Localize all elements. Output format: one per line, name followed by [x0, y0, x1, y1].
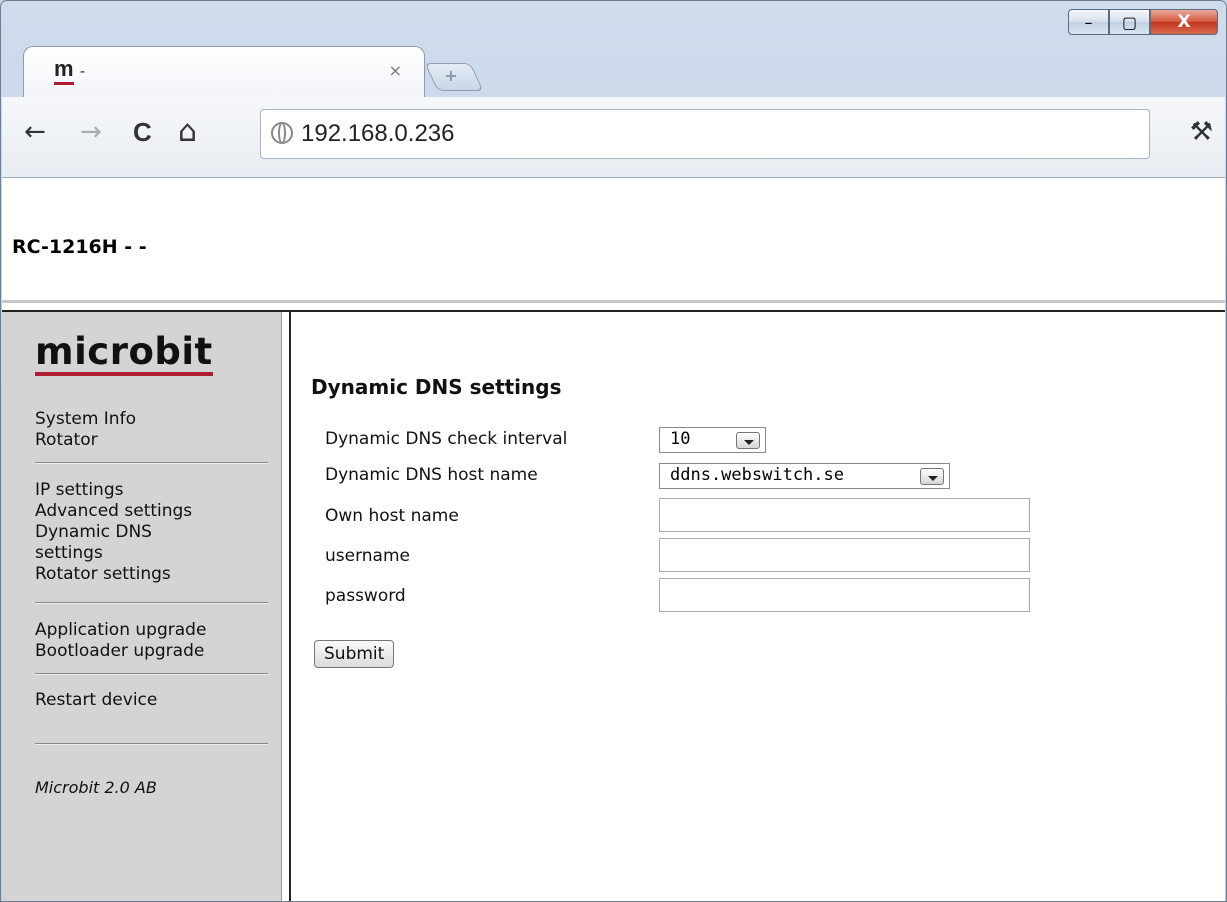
nav-rotator[interactable]: Rotator: [35, 430, 136, 451]
wrench-icon[interactable]: ⚒: [1190, 117, 1213, 147]
chevron-down-icon: [920, 468, 944, 485]
globe-icon: [271, 122, 293, 144]
close-icon: X: [1177, 12, 1191, 32]
sidebar: microbit System Info Rotator IP settings…: [2, 312, 282, 901]
url-text[interactable]: 192.168.0.236: [301, 120, 454, 148]
nav-system-info[interactable]: System Info: [35, 409, 136, 430]
minimize-icon: –: [1084, 12, 1093, 32]
maximize-icon: ▢: [1121, 12, 1138, 32]
check-interval-label: Dynamic DNS check interval: [325, 429, 568, 449]
username-input[interactable]: [659, 538, 1030, 572]
new-tab-button[interactable]: +: [424, 63, 484, 91]
sidebar-divider: [35, 462, 268, 464]
check-interval-select[interactable]: 10: [659, 427, 766, 453]
sidebar-divider: [35, 673, 268, 675]
submit-button[interactable]: Submit: [314, 640, 395, 668]
page-viewport: RC-1216H - - microbit System Info Rotato…: [2, 178, 1225, 901]
plus-icon: +: [444, 66, 458, 85]
back-icon[interactable]: ←: [24, 117, 46, 147]
browser-window: – ▢ X m - × + ← → C ⌂ 192.168.0.236 ⚒ RC…: [0, 0, 1227, 902]
home-icon[interactable]: ⌂: [178, 114, 197, 149]
browser-toolbar: ← → C ⌂ 192.168.0.236 ⚒: [2, 97, 1225, 178]
nav-restart-device[interactable]: Restart device: [35, 690, 157, 711]
favicon-icon: m: [54, 56, 74, 81]
tab-close-icon[interactable]: ×: [389, 61, 402, 80]
page-header: RC-1216H - -: [2, 178, 1225, 303]
own-host-input[interactable]: [659, 498, 1030, 532]
sidebar-divider: [35, 743, 268, 745]
nav-group-upgrade: Application upgrade Bootloader upgrade: [35, 620, 206, 662]
address-bar[interactable]: 192.168.0.236: [260, 109, 1150, 159]
host-name-label: Dynamic DNS host name: [325, 465, 538, 485]
nav-advanced-settings[interactable]: Advanced settings: [35, 501, 215, 522]
nav-bootloader-upgrade[interactable]: Bootloader upgrade: [35, 641, 206, 662]
device-title: RC-1216H - -: [12, 236, 147, 258]
nav-dynamic-dns-settings[interactable]: Dynamic DNS settings: [35, 522, 215, 564]
nav-group-settings: IP settings Advanced settings Dynamic DN…: [35, 480, 215, 585]
nav-group-info: System Info Rotator: [35, 409, 136, 451]
sidebar-divider-line: [289, 312, 291, 901]
reload-icon[interactable]: C: [133, 117, 152, 148]
host-name-select[interactable]: ddns.webswitch.se: [659, 463, 950, 489]
window-controls: – ▢ X: [1068, 9, 1218, 35]
nav-application-upgrade[interactable]: Application upgrade: [35, 620, 206, 641]
tab-title: -: [80, 63, 85, 80]
nav-group-restart: Restart device: [35, 690, 157, 711]
close-window-button[interactable]: X: [1150, 9, 1218, 35]
main-content: Dynamic DNS settings Dynamic DNS check i…: [292, 312, 1225, 901]
password-input[interactable]: [659, 578, 1030, 612]
sidebar-divider: [35, 602, 268, 604]
maximize-button[interactable]: ▢: [1109, 9, 1150, 35]
host-name-value: ddns.webswitch.se: [670, 465, 844, 485]
microbit-logo: microbit: [35, 330, 213, 376]
nav-rotator-settings[interactable]: Rotator settings: [35, 564, 215, 585]
browser-tab[interactable]: m - ×: [23, 46, 425, 98]
minimize-button[interactable]: –: [1068, 9, 1109, 35]
chevron-down-icon: [736, 432, 760, 449]
nav-ip-settings[interactable]: IP settings: [35, 480, 215, 501]
own-host-label: Own host name: [325, 506, 459, 526]
page-title: Dynamic DNS settings: [311, 375, 562, 399]
check-interval-value: 10: [670, 429, 691, 449]
forward-icon[interactable]: →: [80, 117, 102, 147]
copyright-text: Microbit 2.0 AB: [35, 778, 157, 797]
password-label: password: [325, 586, 406, 606]
username-label: username: [325, 546, 410, 566]
